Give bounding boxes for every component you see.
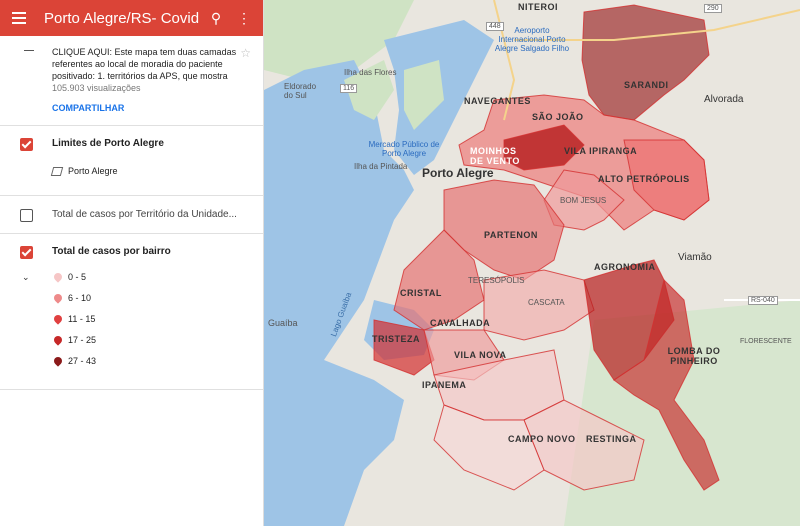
layer-bairro: Total de casos por bairro ⌄ 0 - 5 6 - 10… [0,234,263,390]
more-vert-icon[interactable]: ⋮ [233,10,255,27]
label-guaiba: Guaíba [268,318,298,328]
map-canvas[interactable]: NITEROI Aeroporto Internacional Porto Al… [264,0,800,526]
label-campo-novo: CAMPO NOVO [508,434,576,444]
label-alto-petropolis: ALTO PETRÓPOLIS [598,174,690,184]
view-count: 105.903 visualizações [52,83,141,93]
label-bom-jesus: BOM JESUS [560,196,607,205]
label-rs040: RS-040 [748,296,778,305]
layer-limites: Limites de Porto Alegre Porto Alegre [0,126,263,196]
label-r290: 290 [704,4,722,13]
description-text: CLIQUE AQUI: Este mapa tem duas camadas … [52,47,237,81]
label-ipanema: IPANEMA [422,380,467,390]
pin-icon [52,313,64,325]
pin-icon [52,292,64,304]
label-vila-ipiranga: VILA IPIRANGA [564,146,638,156]
legend-item: 11 - 15 [52,313,95,325]
label-sao-joao: SÃO JOÃO [532,112,584,122]
layer-checkbox[interactable] [20,209,33,222]
label-mercado: Mercado Público de Porto Alegre [368,140,440,158]
label-cascata: CASCATA [528,298,565,307]
sidebar-panel: Porto Alegre/RS- Covid-... ⚲ ⋮ CLIQUE AQ… [0,0,264,526]
label-agronomia: AGRONOMIA [594,262,656,272]
label-sarandi: SARANDI [624,80,669,90]
label-vila-nova: VILA NOVA [454,350,507,360]
label-lomba: LOMBA DO PINHEIRO [667,346,721,366]
label-cavalhada: CAVALHADA [430,318,491,328]
pin-icon [52,271,64,283]
label-viamao: Viamão [678,252,712,263]
pin-icon [52,355,64,367]
label-r448: 448 [486,22,504,31]
label-ilha-flores: Ilha das Flores [344,68,397,77]
label-restinga: RESTINGA [586,434,637,444]
search-icon[interactable]: ⚲ [205,10,227,27]
label-teresopolis: TERESÓPOLIS [468,276,525,285]
feature-label: Porto Alegre [68,166,118,176]
label-r116: 116 [340,84,358,93]
layer-name: Limites de Porto Alegre [52,138,164,149]
header-bar: Porto Alegre/RS- Covid-... ⚲ ⋮ [0,0,263,36]
menu-icon[interactable] [8,7,30,29]
label-partenon: PARTENON [484,230,538,240]
label-moinhos: MOINHOS DE VENTO [470,146,520,166]
pin-icon [52,334,64,346]
layer-checkbox[interactable] [20,246,33,259]
star-icon[interactable]: ☆ [240,46,251,60]
label-ilha-pintada: Ilha da Pintada [354,162,408,171]
label-tristeza: TRISTEZA [372,334,420,344]
label-eldorado: Eldorado do Sul [284,82,317,100]
legend-item: 17 - 25 [52,334,96,346]
collapse-icon[interactable] [24,50,34,51]
label-porto-alegre: Porto Alegre [422,166,494,180]
legend-item: 6 - 10 [52,292,91,304]
share-button[interactable]: COMPARTILHAR [52,103,251,113]
map-title: Porto Alegre/RS- Covid-... [44,9,199,27]
label-navegantes: NAVEGANTES [464,96,531,106]
polygon-icon [50,166,64,176]
legend-item: 27 - 43 [52,355,96,367]
layer-territorio: Total de casos por Território da Unidade… [0,196,263,234]
chevron-down-icon[interactable]: ⌄ [22,272,30,283]
label-alvorada: Alvorada [704,94,744,105]
map-svg[interactable] [264,0,800,526]
label-florescente: FLORESCENTE [740,338,792,345]
layer-name: Total de casos por bairro [52,246,171,257]
layer-feature[interactable]: Porto Alegre [50,166,118,176]
label-cristal: CRISTAL [400,288,442,298]
legend-item: 0 - 5 [52,271,86,283]
label-niteroi: NITEROI [518,2,559,12]
map-description: CLIQUE AQUI: Este mapa tem duas camadas … [0,36,263,126]
layer-name: Total de casos por Território da Unidade… [52,209,237,220]
layer-checkbox[interactable] [20,138,33,151]
label-airport: Aeroporto Internacional Porto Alegre Sal… [494,26,570,53]
